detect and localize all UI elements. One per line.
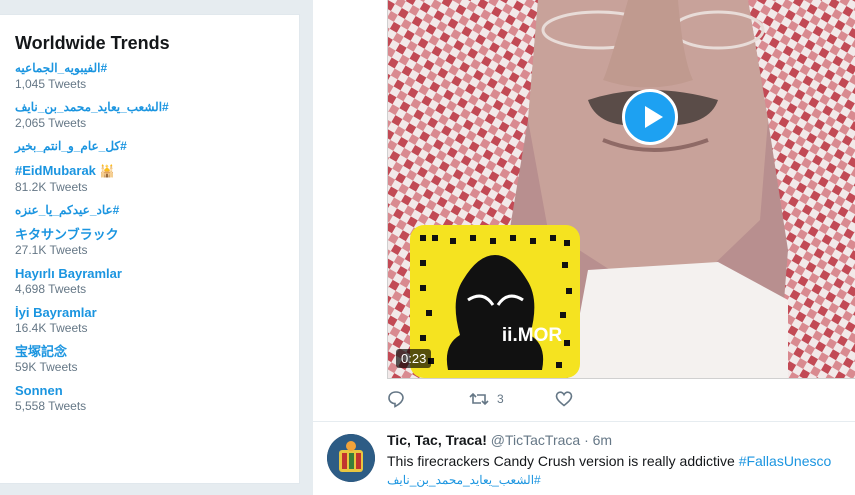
trend-count: 81.2K Tweets	[15, 180, 88, 194]
snapcode-text: ii.MOR	[501, 325, 563, 346]
tweet-text: This firecrackers Candy Crush version is…	[387, 453, 855, 469]
trend-item[interactable]: Hayırlı Bayramlar 4,698 Tweets	[15, 265, 284, 297]
trend-name[interactable]: キタサンブラック	[15, 226, 284, 243]
tweet-author-name[interactable]: Tic, Tac, Traca!	[387, 432, 487, 448]
video-thumbnail	[388, 0, 855, 378]
tweet-actions: 3	[387, 390, 687, 412]
tweet-author-handle[interactable]: @TicTacTraca	[491, 432, 580, 448]
trend-count: 16.4K Tweets	[15, 321, 88, 335]
avatar-image	[327, 434, 375, 482]
trend-item[interactable]: 宝塚記念 59K Tweets	[15, 343, 284, 375]
trend-name[interactable]: #الشعب_يعايد_محمد_بن_نايف	[15, 99, 284, 116]
trend-count: 4,698 Tweets	[15, 282, 87, 296]
retweet-icon	[469, 392, 489, 406]
retweet-button[interactable]: 3	[469, 390, 504, 408]
trends-title: Worldwide Trends	[15, 33, 170, 53]
trend-name[interactable]: Sonnen	[15, 382, 284, 399]
trend-name[interactable]: #عاد_عيدكم_يا_عنزه	[15, 202, 284, 219]
play-icon	[645, 106, 663, 128]
trend-count: 5,558 Tweets	[15, 399, 87, 413]
tweet-divider	[313, 421, 855, 422]
trends-panel: Worldwide Trends #الفيبويه_الجماعيه 1,04…	[0, 14, 300, 484]
trend-name[interactable]: İyi Bayramlar	[15, 304, 284, 321]
mosque-icon: 🕌	[99, 164, 115, 178]
trend-item[interactable]: #كل_عام_و_انتم_بخير	[15, 138, 284, 155]
trend-item[interactable]: Sonnen 5,558 Tweets	[15, 382, 284, 414]
trend-item[interactable]: キタサンブラック 27.1K Tweets	[15, 226, 284, 258]
trend-name[interactable]: #EidMubarak 🕌	[15, 162, 284, 180]
trend-name-text[interactable]: #EidMubarak	[15, 163, 96, 178]
trend-item[interactable]: #EidMubarak 🕌 81.2K Tweets	[15, 162, 284, 195]
trend-name[interactable]: 宝塚記念	[15, 343, 284, 360]
trend-item[interactable]: İyi Bayramlar 16.4K Tweets	[15, 304, 284, 336]
trend-count: 59K Tweets	[15, 360, 78, 374]
avatar[interactable]	[327, 434, 375, 482]
hashtag-link[interactable]: #FallasUnesco	[739, 453, 832, 469]
trend-name[interactable]: #الفيبويه_الجماعيه	[15, 60, 284, 77]
trend-count: 27.1K Tweets	[15, 243, 88, 257]
like-button[interactable]	[555, 390, 573, 408]
reply-icon	[388, 391, 404, 408]
trend-item[interactable]: #الفيبويه_الجماعيه 1,045 Tweets	[15, 60, 284, 92]
tweet-stream: ii.MOR 0:23 3 Tic, Tac, Traca! @TicTacTr…	[313, 0, 855, 495]
trend-name[interactable]: #كل_عام_و_انتم_بخير	[15, 138, 284, 155]
trend-item[interactable]: #عاد_عيدكم_يا_عنزه	[15, 202, 284, 219]
retweet-count: 3	[497, 392, 504, 406]
tweet-body: This firecrackers Candy Crush version is…	[387, 453, 739, 469]
tweet-timestamp[interactable]: · 6m	[584, 432, 612, 448]
hashtag-link-arabic[interactable]: #الشعب_يعايد_محمد_بن_نايف	[387, 473, 541, 487]
heart-icon	[555, 391, 573, 407]
trend-item[interactable]: #الشعب_يعايد_محمد_بن_نايف 2,065 Tweets	[15, 99, 284, 131]
reply-button[interactable]	[387, 390, 405, 408]
video-duration: 0:23	[396, 349, 432, 368]
trend-name[interactable]: Hayırlı Bayramlar	[15, 265, 284, 282]
video-player[interactable]: ii.MOR 0:23	[387, 0, 855, 379]
trend-count: 1,045 Tweets	[15, 77, 87, 91]
play-button[interactable]	[622, 89, 678, 145]
tweet-header: Tic, Tac, Traca! @TicTacTraca · 6m	[387, 432, 612, 448]
trend-count: 2,065 Tweets	[15, 116, 87, 130]
